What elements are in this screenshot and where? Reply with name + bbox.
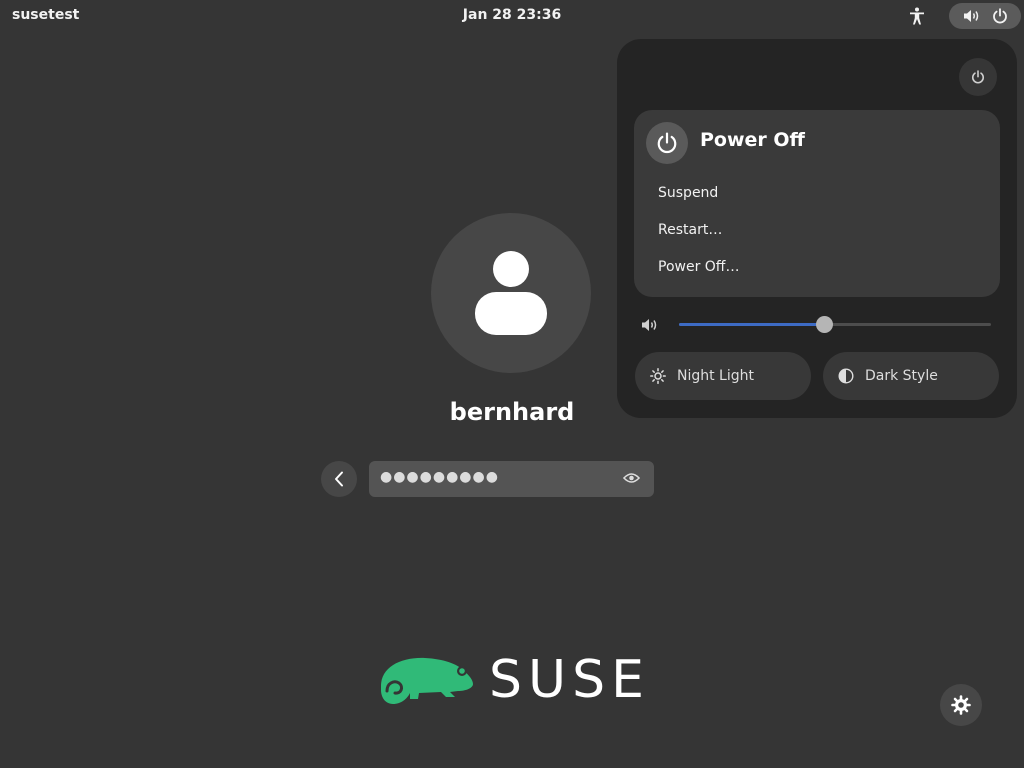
night-light-toggle[interactable]: Night Light bbox=[635, 352, 811, 400]
suse-wordmark: SUSE bbox=[489, 650, 650, 710]
volume-slider-fill bbox=[679, 323, 825, 326]
accessibility-icon bbox=[910, 7, 924, 25]
avatar bbox=[431, 213, 591, 373]
gear-icon bbox=[951, 695, 971, 715]
avatar-icon bbox=[475, 251, 547, 335]
volume-slider[interactable] bbox=[679, 316, 991, 333]
clock-label[interactable]: Jan 28 23:36 bbox=[463, 7, 561, 23]
suse-chameleon-logo bbox=[381, 657, 473, 704]
contrast-icon bbox=[837, 367, 855, 385]
eye-icon[interactable] bbox=[623, 471, 640, 485]
menu-item-restart[interactable]: Restart… bbox=[658, 222, 722, 238]
volume-slider-handle[interactable] bbox=[816, 316, 834, 333]
power-icon bbox=[992, 8, 1007, 24]
power-icon bbox=[972, 70, 984, 84]
password-value: ●●●●●●●●● bbox=[380, 469, 499, 485]
power-menu-button[interactable] bbox=[959, 58, 997, 96]
power-submenu-title: Power Off bbox=[700, 129, 805, 151]
sun-icon bbox=[649, 367, 667, 385]
dark-style-toggle[interactable]: Dark Style bbox=[823, 352, 999, 400]
system-status-button[interactable] bbox=[949, 3, 1021, 29]
password-input[interactable]: ●●●●●●●●● bbox=[369, 461, 654, 497]
power-submenu: Power Off Suspend Restart… Power Off… bbox=[634, 110, 1000, 297]
back-button[interactable] bbox=[321, 461, 357, 497]
back-icon bbox=[335, 471, 343, 487]
system-menu: Power Off Suspend Restart… Power Off… Ni… bbox=[617, 39, 1017, 418]
menu-item-suspend[interactable]: Suspend bbox=[658, 185, 718, 201]
power-submenu-icon-button bbox=[646, 122, 688, 164]
accessibility-button[interactable] bbox=[905, 4, 929, 28]
session-settings-button[interactable] bbox=[940, 684, 982, 726]
username-label: bernhard bbox=[449, 398, 575, 426]
night-light-label: Night Light bbox=[677, 368, 754, 384]
top-bar: susetest Jan 28 23:36 bbox=[0, 0, 1024, 32]
volume-icon bbox=[963, 10, 978, 22]
hostname-label: susetest bbox=[12, 7, 80, 23]
menu-item-power-off[interactable]: Power Off… bbox=[658, 259, 739, 275]
power-icon bbox=[657, 132, 677, 154]
clock-area: Jan 28 23:36 bbox=[0, 7, 1024, 23]
volume-icon[interactable] bbox=[641, 317, 659, 333]
dark-style-label: Dark Style bbox=[865, 368, 938, 384]
